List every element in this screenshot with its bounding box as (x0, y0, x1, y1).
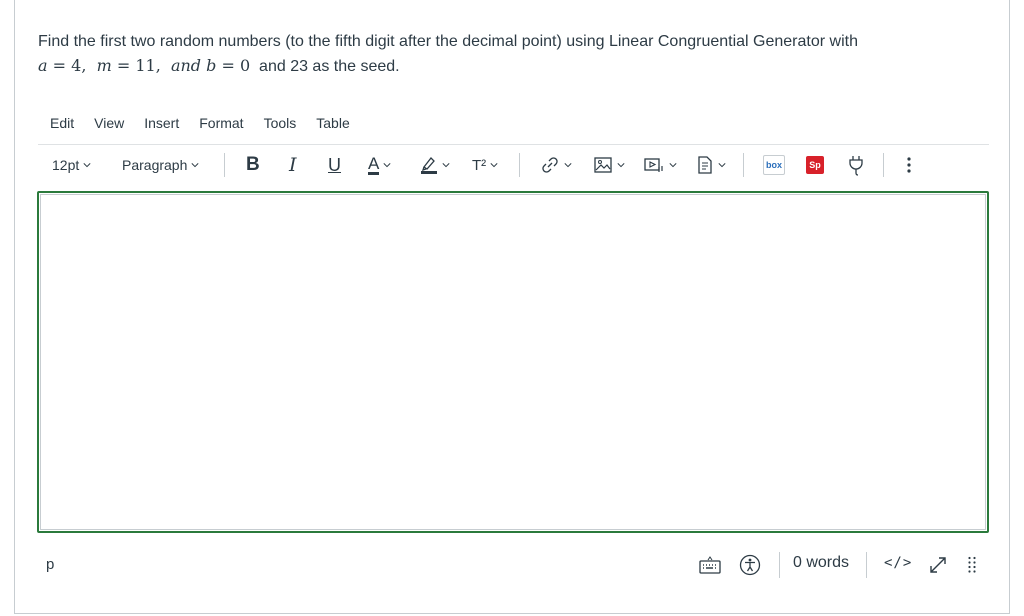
html-editor-toggle[interactable]: </> (884, 555, 912, 571)
chevron-down-icon (490, 163, 498, 168)
sp-logo-icon: Sp (806, 156, 824, 174)
math-a-val: 4 (71, 56, 82, 75)
superscript-button[interactable]: T² (472, 150, 498, 180)
fullscreen-button[interactable] (925, 552, 951, 578)
element-path[interactable]: p (46, 556, 54, 573)
chevron-down-icon (83, 163, 91, 168)
math-eq-1: = (47, 56, 72, 75)
accessibility-checker-button[interactable] (737, 552, 763, 578)
toolbar-separator (224, 153, 225, 177)
chevron-down-icon (669, 163, 677, 168)
chevron-down-icon (617, 163, 625, 168)
menu-insert[interactable]: Insert (132, 112, 187, 136)
highlight-color-button[interactable] (420, 150, 450, 180)
media-icon (644, 158, 663, 172)
resize-handle[interactable] (965, 552, 979, 578)
underline-icon: U (328, 154, 341, 175)
chevron-down-icon (718, 163, 726, 168)
menubar-divider (38, 144, 989, 145)
menu-format[interactable]: Format (187, 112, 251, 136)
plugins-button[interactable] (846, 150, 866, 180)
status-separator (779, 552, 780, 578)
block-format-select[interactable]: Paragraph (122, 150, 199, 180)
bold-icon: B (246, 154, 260, 175)
question-tail: and 23 as the seed. (259, 58, 400, 75)
link-icon (542, 157, 558, 173)
image-icon (594, 157, 612, 173)
math-b-var: b (206, 56, 217, 75)
question-line-2: a = 4, m = 11, and b = 0 and 23 as the s… (38, 56, 400, 75)
accessibility-icon (739, 554, 761, 576)
status-separator (866, 552, 867, 578)
chevron-down-icon (442, 163, 450, 168)
document-button[interactable] (696, 150, 726, 180)
question-text: Find the first two random numbers (to th… (38, 30, 978, 79)
math-m-val: 11 (135, 56, 156, 75)
menu-table[interactable]: Table (304, 112, 357, 136)
math-eq-3: = (216, 56, 240, 75)
sp-button[interactable]: Sp (806, 150, 824, 180)
underline-button[interactable]: U (328, 150, 341, 180)
box-button[interactable]: box (763, 150, 785, 180)
link-button[interactable] (540, 150, 572, 180)
italic-button[interactable]: I (289, 150, 297, 180)
math-a-var: a (38, 56, 48, 75)
more-options-button[interactable] (906, 150, 912, 180)
plug-icon (849, 156, 863, 176)
more-vertical-icon (907, 157, 911, 173)
question-line-1: Find the first two random numbers (to th… (38, 33, 858, 50)
toolbar-separator (519, 153, 520, 177)
rich-text-editor[interactable] (37, 191, 989, 533)
keyboard-icon (699, 556, 721, 574)
editor-menubar: Edit View Insert Format Tools Table (38, 112, 358, 136)
italic-icon: I (289, 154, 297, 176)
text-color-icon: A (368, 154, 380, 175)
editor-toolbar: 12pt Paragraph B I U A T² box Sp (38, 148, 989, 182)
menu-view[interactable]: View (82, 112, 132, 136)
media-button[interactable] (643, 150, 677, 180)
box-logo-icon: box (763, 155, 785, 175)
editor-statusbar: p 0 words </> (38, 548, 989, 582)
toolbar-separator (743, 153, 744, 177)
toolbar-separator (883, 153, 884, 177)
font-size-value: 12pt (52, 157, 80, 173)
menu-tools[interactable]: Tools (252, 112, 305, 136)
math-b-val: 0 (239, 56, 251, 75)
highlighter-icon (421, 157, 437, 174)
word-count[interactable]: 0 words (793, 554, 849, 572)
keyboard-shortcuts-button[interactable] (696, 552, 724, 578)
math-eq-2: = (111, 56, 136, 75)
chevron-down-icon (383, 163, 391, 168)
math-m-var: m (96, 56, 112, 75)
block-format-value: Paragraph (122, 157, 188, 173)
superscript-icon: T² (472, 156, 487, 174)
editor-content[interactable] (40, 194, 986, 530)
chevron-down-icon (191, 163, 199, 168)
drag-handle-icon (968, 556, 976, 573)
expand-icon (930, 557, 946, 573)
menu-edit[interactable]: Edit (38, 112, 82, 136)
font-size-select[interactable]: 12pt (52, 150, 91, 180)
text-color-button[interactable]: A (368, 150, 391, 180)
document-icon (698, 156, 712, 174)
image-button[interactable] (593, 150, 625, 180)
chevron-down-icon (564, 163, 572, 168)
bold-button[interactable]: B (246, 150, 260, 180)
math-and-word: and (170, 56, 202, 75)
